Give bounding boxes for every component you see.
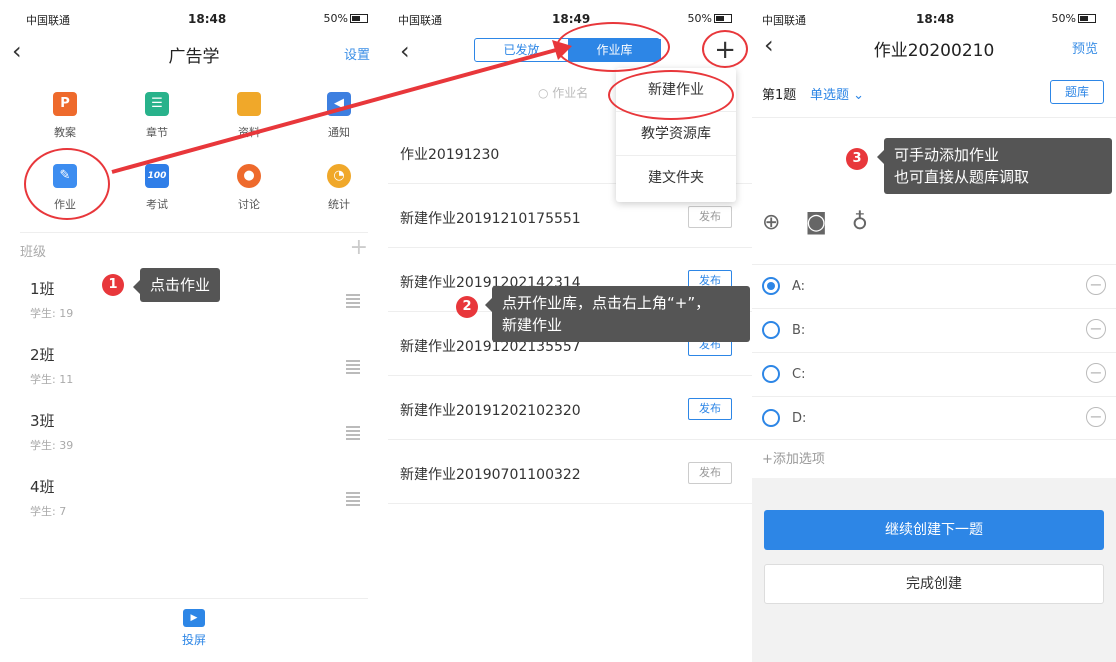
arrow-line [111, 48, 557, 174]
step-badge-3: 3 [846, 148, 868, 170]
highlight-add-button [702, 30, 748, 68]
highlight-homework [24, 148, 110, 220]
tooltip-step-3: 可手动添加作业 也可直接从题库调取 [877, 138, 1112, 194]
step-badge-1: 1 [102, 274, 124, 296]
tooltip-text: 点击作业 [150, 276, 211, 294]
step-badge-2: 2 [456, 296, 478, 318]
tooltip-step-1: 点击作业 [132, 268, 221, 302]
tooltip-step-2: 点开作业库，点击右上角“+”， 新建作业 [485, 286, 750, 342]
tooltip-text: 点开作业库，点击右上角“+”， [502, 294, 711, 312]
tooltip-text: 新建作业 [502, 316, 563, 334]
highlight-library-tab [556, 22, 670, 72]
tooltip-text: 也可直接从题库调取 [894, 168, 1030, 186]
highlight-new-homework [608, 70, 734, 120]
tooltip-text: 可手动添加作业 [894, 146, 1000, 164]
